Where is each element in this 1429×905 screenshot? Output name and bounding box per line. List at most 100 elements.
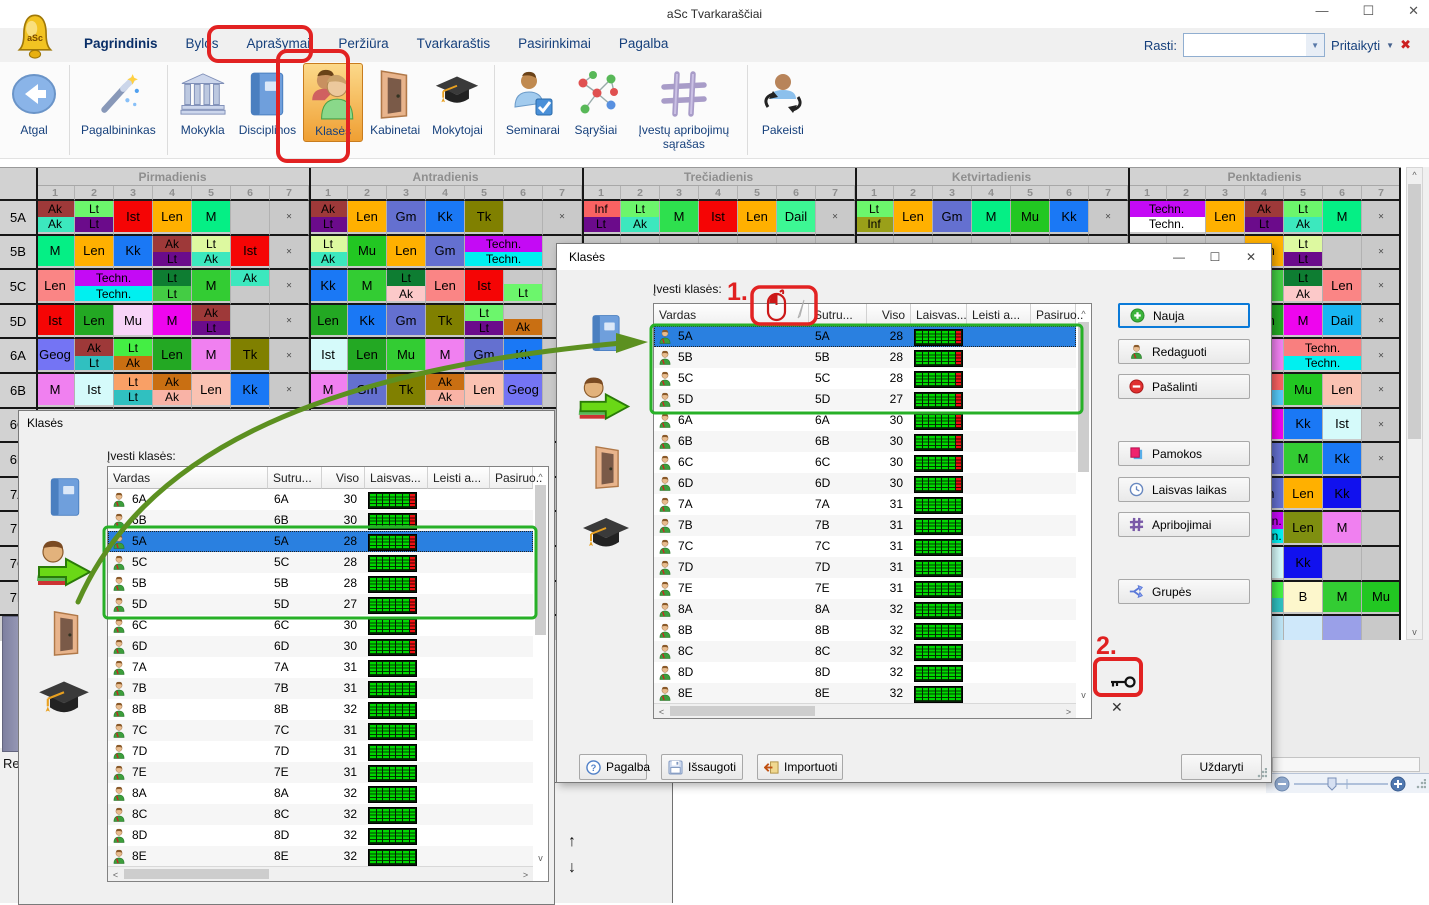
timetable-cell[interactable]: Len <box>426 270 465 305</box>
window-close-button[interactable]: ✕ <box>1408 3 1419 19</box>
find-combobox[interactable]: ▼ <box>1183 33 1325 57</box>
classes-list[interactable]: VardasSutru...VisoLaisvas...Leisti a...P… <box>107 466 549 882</box>
timetable-cell[interactable]: Ak <box>231 270 270 305</box>
class-row-5A[interactable]: 5A5A28 <box>654 326 1076 347</box>
apribojimai-button[interactable]: Apribojimai <box>1118 512 1250 537</box>
timetable-cell[interactable]: Len <box>1323 270 1362 305</box>
timetable-cell[interactable]: Len <box>75 305 114 340</box>
timetable-cell[interactable]: M <box>36 374 75 409</box>
class-row-5B[interactable]: 5B5B28 <box>108 573 533 594</box>
class-row-7E[interactable]: 7E7E31 <box>654 578 1076 599</box>
timetable-cell[interactable]: Len <box>1206 201 1245 236</box>
timetable-cell[interactable]: M <box>309 374 348 409</box>
timetable-cell[interactable]: AkLt <box>309 201 348 236</box>
timetable-cell[interactable]: InfLt <box>582 201 621 236</box>
window-maximize-button[interactable]: ☐ <box>1362 3 1374 19</box>
tab-tvarkaraštis[interactable]: Tvarkaraštis <box>403 28 505 58</box>
timetable-cell[interactable]: B <box>1284 582 1323 617</box>
timetable-cell[interactable]: Techn.Techn. <box>465 236 543 271</box>
class-row-6C[interactable]: 6C6C30 <box>654 452 1076 473</box>
timetable-cell[interactable] <box>1323 547 1362 582</box>
list-vscroll-thumb[interactable] <box>535 485 546 635</box>
list-hscroll-thumb[interactable] <box>124 869 269 879</box>
move-down-button[interactable]: ↓ <box>568 859 576 877</box>
timetable-cell[interactable] <box>1323 236 1362 271</box>
importuoti-button[interactable]: Importuoti <box>757 754 843 780</box>
class-row-6A[interactable]: 6A6A30 <box>108 489 533 510</box>
timetable-cell[interactable]: × <box>1362 305 1401 340</box>
column-header-leisti-a[interactable]: Leisti a... <box>967 304 1031 326</box>
timetable-cell[interactable]: × <box>1362 339 1401 374</box>
timetable-cell[interactable]: Len <box>192 374 231 409</box>
classes-arrow-icon[interactable] <box>33 535 93 595</box>
timetable-cell[interactable]: M <box>348 270 387 305</box>
timetable-cell[interactable]: Len <box>153 339 192 374</box>
timetable-cell[interactable]: Tk <box>465 201 504 236</box>
timetable-cell[interactable]: × <box>270 339 309 374</box>
window-minimize-button[interactable]: — <box>1315 3 1328 19</box>
class-row-8C[interactable]: 8C8C32 <box>654 641 1076 662</box>
scroll-up-icon[interactable]: ^ <box>1407 168 1422 182</box>
nauja-button[interactable]: Nauja <box>1118 303 1250 328</box>
timetable-cell[interactable]: Techn.Techn. <box>1128 201 1206 236</box>
pašalinti-button[interactable]: Pašalinti <box>1118 374 1250 399</box>
timetable-cell[interactable]: Dail <box>777 201 816 236</box>
timetable-cell[interactable]: Kk <box>1323 443 1362 478</box>
class-row-8B[interactable]: 8B8B32 <box>108 699 533 720</box>
class-row-6D[interactable]: 6D6D30 <box>108 636 533 657</box>
class-row-5A[interactable]: 5A5A28 <box>108 531 533 552</box>
classes-list[interactable]: VardasSutru...VisoLaisvas...Leisti a...P… <box>653 303 1092 719</box>
scroll-down-icon[interactable]: v <box>1407 625 1422 639</box>
teachers-icon[interactable] <box>581 512 631 562</box>
timetable-cell[interactable]: AkAk <box>426 374 465 409</box>
timetable-cell[interactable]: Ist <box>309 339 348 374</box>
timetable-cell[interactable]: M <box>1284 305 1323 340</box>
class-row-7E[interactable]: 7E7E31 <box>108 762 533 783</box>
timetable-cell[interactable]: LtLt <box>114 374 153 409</box>
timetable-cell[interactable]: Gm <box>387 305 426 340</box>
dialog-resize-grip[interactable] <box>1257 768 1267 778</box>
timetable-cell[interactable]: Gm <box>933 201 972 236</box>
timetable-cell[interactable]: M <box>36 236 75 271</box>
timetable-cell[interactable]: × <box>1362 443 1401 478</box>
list-hscrollbar[interactable]: <> <box>108 866 533 881</box>
apply-dropdown-icon[interactable]: ▼ <box>1386 41 1394 50</box>
timetable-cell[interactable]: × <box>270 270 309 305</box>
timetable-cell[interactable] <box>231 201 270 236</box>
timetable-cell[interactable]: M <box>1284 443 1323 478</box>
timetable-cell[interactable]: LtAk <box>387 270 426 305</box>
timetable-cell[interactable]: × <box>270 201 309 236</box>
timetable-cell[interactable]: M <box>153 305 192 340</box>
column-header-viso[interactable]: Viso <box>867 304 911 326</box>
timetable-cell[interactable]: AkLt <box>1245 201 1284 236</box>
find-dropdown-icon[interactable]: ▼ <box>1306 34 1324 56</box>
timetable-cell[interactable]: × <box>1362 201 1401 236</box>
timetable-cell[interactable] <box>1362 547 1401 582</box>
timetable-cell[interactable]: LtAk <box>114 339 153 374</box>
apply-order-key-button[interactable] <box>1106 669 1140 695</box>
tab-pagalba[interactable]: Pagalba <box>605 28 683 58</box>
pamokos-button[interactable]: Pamokos <box>1118 441 1250 466</box>
timetable-cell[interactable]: × <box>270 236 309 271</box>
column-header-vardas[interactable]: Vardas <box>108 467 268 489</box>
list-vscroll-thumb[interactable] <box>1078 322 1089 472</box>
class-row-7A[interactable]: 7A7A31 <box>654 494 1076 515</box>
timetable-cell[interactable]: M <box>1323 201 1362 236</box>
timetable-cell[interactable]: Gm <box>387 201 426 236</box>
timetable-cell[interactable]: Len <box>36 270 75 305</box>
door-icon[interactable] <box>43 609 91 657</box>
row-header-5A[interactable]: 5A <box>0 201 36 236</box>
class-row-8B[interactable]: 8B8B32 <box>654 620 1076 641</box>
resize-grip[interactable] <box>1416 779 1426 789</box>
class-row-5C[interactable]: 5C5C28 <box>654 368 1076 389</box>
apply-button[interactable]: Pritaikyti <box>1331 38 1380 53</box>
zoom-slider[interactable] <box>1266 774 1429 793</box>
timetable-cell[interactable]: × <box>1362 270 1401 305</box>
column-header-viso[interactable]: Viso <box>322 467 365 489</box>
timetable-cell[interactable]: Kk <box>309 270 348 305</box>
timetable-cell[interactable] <box>1362 478 1401 513</box>
timetable-cell[interactable]: Dail <box>1323 305 1362 340</box>
toolbar-button-atgal[interactable]: Atgal <box>5 63 63 140</box>
timetable-cell[interactable]: Len <box>309 305 348 340</box>
class-row-8D[interactable]: 8D8D32 <box>654 662 1076 683</box>
